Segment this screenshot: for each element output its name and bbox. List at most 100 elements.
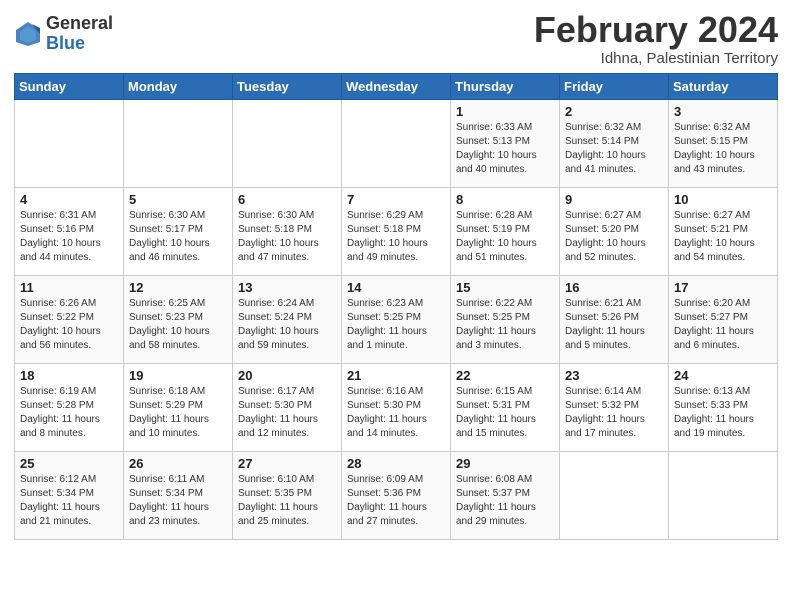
day-number: 29 [456,456,554,471]
calendar-cell: 1 Sunrise: 6:33 AM Sunset: 5:13 PM Daylig… [451,99,560,187]
day-number: 10 [674,192,772,207]
day-number: 12 [129,280,227,295]
calendar-cell: 2 Sunrise: 6:32 AM Sunset: 5:14 PM Daylig… [560,99,669,187]
day-info: Sunrise: 6:33 AM Sunset: 5:13 PM Dayligh… [456,121,554,177]
calendar-cell: 14 Sunrise: 6:23 AM Sunset: 5:25 PM Dayli… [342,275,451,363]
calendar-cell: 12 Sunrise: 6:25 AM Sunset: 5:23 PM Dayli… [124,275,233,363]
day-number: 1 [456,104,554,119]
day-info: Sunrise: 6:31 AM Sunset: 5:16 PM Dayligh… [20,209,118,265]
calendar-header: SundayMondayTuesdayWednesdayThursdayFrid… [15,73,778,99]
day-info: Sunrise: 6:17 AM Sunset: 5:30 PM Dayligh… [238,385,336,441]
calendar-cell: 27 Sunrise: 6:10 AM Sunset: 5:35 PM Dayli… [233,451,342,539]
day-info: Sunrise: 6:30 AM Sunset: 5:17 PM Dayligh… [129,209,227,265]
day-number: 16 [565,280,663,295]
calendar-cell: 17 Sunrise: 6:20 AM Sunset: 5:27 PM Dayli… [669,275,778,363]
calendar-cell: 18Sunrise: 6:19 AM Sunset: 5:28 PM Dayli… [15,363,124,451]
day-number: 15 [456,280,554,295]
day-info: Sunrise: 6:32 AM Sunset: 5:14 PM Dayligh… [565,121,663,177]
logo-icon [14,20,42,48]
day-header-row: SundayMondayTuesdayWednesdayThursdayFrid… [15,73,778,99]
day-of-week-saturday: Saturday [669,73,778,99]
day-info: Sunrise: 6:10 AM Sunset: 5:35 PM Dayligh… [238,473,336,529]
day-number: 23 [565,368,663,383]
week-row-4: 18Sunrise: 6:19 AM Sunset: 5:28 PM Dayli… [15,363,778,451]
calendar-cell: 29 Sunrise: 6:08 AM Sunset: 5:37 PM Dayli… [451,451,560,539]
day-info: Sunrise: 6:27 AM Sunset: 5:21 PM Dayligh… [674,209,772,265]
location: Idhna, Palestinian Territory [534,50,778,67]
day-info: Sunrise: 6:27 AM Sunset: 5:20 PM Dayligh… [565,209,663,265]
day-of-week-friday: Friday [560,73,669,99]
day-number: 21 [347,368,445,383]
day-number: 17 [674,280,772,295]
calendar-cell [124,99,233,187]
day-info: Sunrise: 6:28 AM Sunset: 5:19 PM Dayligh… [456,209,554,265]
calendar-cell [560,451,669,539]
day-number: 2 [565,104,663,119]
day-of-week-sunday: Sunday [15,73,124,99]
logo-general-text: General [46,14,113,34]
day-info: Sunrise: 6:09 AM Sunset: 5:36 PM Dayligh… [347,473,445,529]
calendar-cell: 16 Sunrise: 6:21 AM Sunset: 5:26 PM Dayli… [560,275,669,363]
calendar-cell: 7 Sunrise: 6:29 AM Sunset: 5:18 PM Daylig… [342,187,451,275]
calendar-cell: 21 Sunrise: 6:16 AM Sunset: 5:30 PM Dayli… [342,363,451,451]
title-block: February 2024 Idhna, Palestinian Territo… [534,10,778,67]
day-number: 3 [674,104,772,119]
calendar-cell: 11 Sunrise: 6:26 AM Sunset: 5:22 PM Dayli… [15,275,124,363]
day-number: 26 [129,456,227,471]
day-number: 20 [238,368,336,383]
day-number: 14 [347,280,445,295]
day-info: Sunrise: 6:15 AM Sunset: 5:31 PM Dayligh… [456,385,554,441]
day-info: Sunrise: 6:21 AM Sunset: 5:26 PM Dayligh… [565,297,663,353]
day-of-week-tuesday: Tuesday [233,73,342,99]
day-number: 9 [565,192,663,207]
day-number: 8 [456,192,554,207]
day-info: Sunrise: 6:14 AM Sunset: 5:32 PM Dayligh… [565,385,663,441]
day-number: 6 [238,192,336,207]
day-info: Sunrise: 6:11 AM Sunset: 5:34 PM Dayligh… [129,473,227,529]
calendar-cell: 3 Sunrise: 6:32 AM Sunset: 5:15 PM Daylig… [669,99,778,187]
logo: General Blue [14,14,113,54]
calendar-cell: 15Sunrise: 6:22 AM Sunset: 5:25 PM Dayli… [451,275,560,363]
day-info: Sunrise: 6:23 AM Sunset: 5:25 PM Dayligh… [347,297,445,353]
day-info: Sunrise: 6:16 AM Sunset: 5:30 PM Dayligh… [347,385,445,441]
calendar-cell: 9 Sunrise: 6:27 AM Sunset: 5:20 PM Daylig… [560,187,669,275]
day-of-week-thursday: Thursday [451,73,560,99]
calendar-cell: 5 Sunrise: 6:30 AM Sunset: 5:17 PM Daylig… [124,187,233,275]
day-info: Sunrise: 6:32 AM Sunset: 5:15 PM Dayligh… [674,121,772,177]
day-of-week-wednesday: Wednesday [342,73,451,99]
day-number: 24 [674,368,772,383]
day-info: Sunrise: 6:24 AM Sunset: 5:24 PM Dayligh… [238,297,336,353]
day-info: Sunrise: 6:20 AM Sunset: 5:27 PM Dayligh… [674,297,772,353]
calendar-cell: 6 Sunrise: 6:30 AM Sunset: 5:18 PM Daylig… [233,187,342,275]
day-info: Sunrise: 6:25 AM Sunset: 5:23 PM Dayligh… [129,297,227,353]
calendar-cell: 8 Sunrise: 6:28 AM Sunset: 5:19 PM Daylig… [451,187,560,275]
day-number: 5 [129,192,227,207]
calendar-cell: 22Sunrise: 6:15 AM Sunset: 5:31 PM Dayli… [451,363,560,451]
month-title: February 2024 [534,10,778,50]
calendar-cell [15,99,124,187]
calendar-cell: 24 Sunrise: 6:13 AM Sunset: 5:33 PM Dayli… [669,363,778,451]
day-number: 27 [238,456,336,471]
logo-text: General Blue [46,14,113,54]
day-number: 11 [20,280,118,295]
day-info: Sunrise: 6:30 AM Sunset: 5:18 PM Dayligh… [238,209,336,265]
day-info: Sunrise: 6:13 AM Sunset: 5:33 PM Dayligh… [674,385,772,441]
week-row-1: 1 Sunrise: 6:33 AM Sunset: 5:13 PM Daylig… [15,99,778,187]
calendar-cell [233,99,342,187]
calendar-cell [342,99,451,187]
calendar-cell: 25Sunrise: 6:12 AM Sunset: 5:34 PM Dayli… [15,451,124,539]
calendar-cell: 4 Sunrise: 6:31 AM Sunset: 5:16 PM Daylig… [15,187,124,275]
calendar: SundayMondayTuesdayWednesdayThursdayFrid… [14,73,778,540]
calendar-cell: 13Sunrise: 6:24 AM Sunset: 5:24 PM Dayli… [233,275,342,363]
day-info: Sunrise: 6:26 AM Sunset: 5:22 PM Dayligh… [20,297,118,353]
day-number: 18 [20,368,118,383]
day-number: 4 [20,192,118,207]
day-number: 7 [347,192,445,207]
week-row-2: 4 Sunrise: 6:31 AM Sunset: 5:16 PM Daylig… [15,187,778,275]
calendar-cell: 23 Sunrise: 6:14 AM Sunset: 5:32 PM Dayli… [560,363,669,451]
day-info: Sunrise: 6:08 AM Sunset: 5:37 PM Dayligh… [456,473,554,529]
calendar-cell: 26 Sunrise: 6:11 AM Sunset: 5:34 PM Dayli… [124,451,233,539]
calendar-cell [669,451,778,539]
day-info: Sunrise: 6:29 AM Sunset: 5:18 PM Dayligh… [347,209,445,265]
day-number: 19 [129,368,227,383]
